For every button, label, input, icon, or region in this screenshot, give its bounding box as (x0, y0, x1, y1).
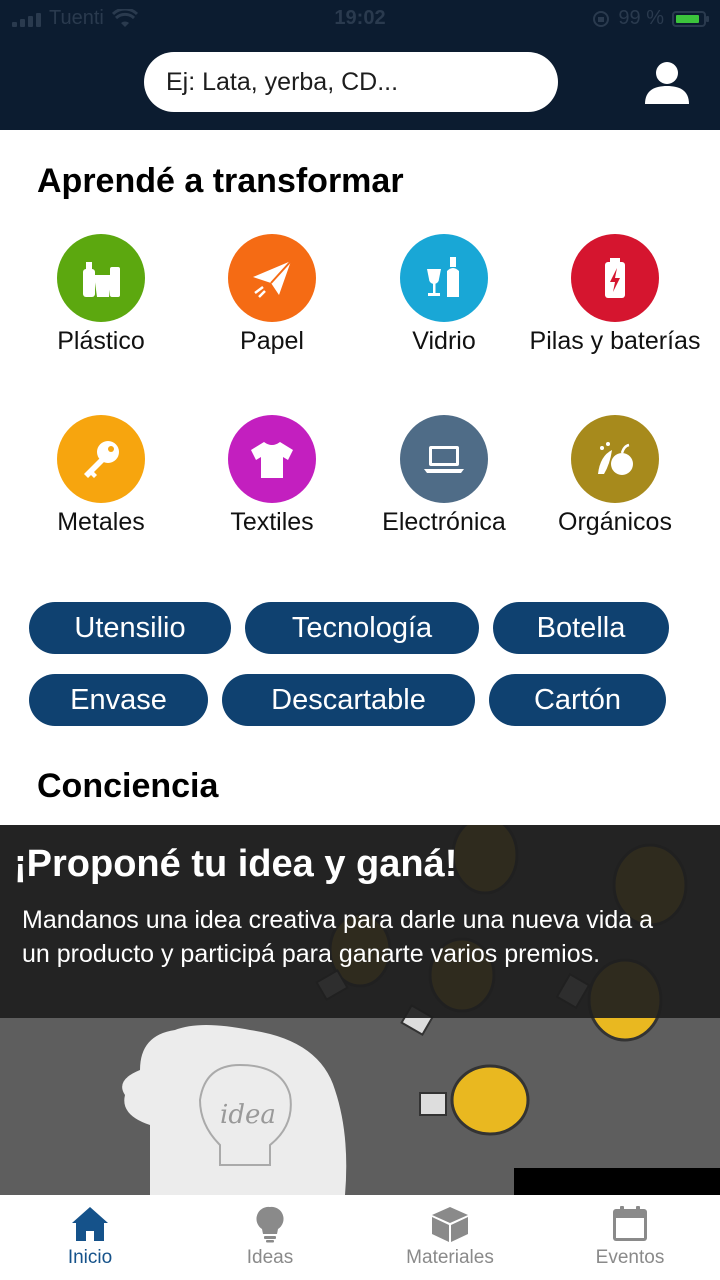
conciencia-section-title: Conciencia (37, 767, 219, 805)
key-icon (57, 415, 145, 503)
category-paper[interactable]: Papel (186, 234, 358, 358)
category-label: Pilas y baterías (529, 327, 701, 355)
battery-icon (571, 234, 659, 322)
orientation-lock-icon (593, 10, 610, 27)
user-profile-icon[interactable] (643, 60, 691, 106)
home-icon (72, 1207, 108, 1241)
nav-label: Inicio (67, 1247, 113, 1268)
fruit-icon (571, 415, 659, 503)
idea-contest-banner[interactable]: idea ¡Proponé tu idea y ganá! Mandanos u… (0, 825, 720, 1195)
category-label: Vidrio (412, 327, 476, 355)
nav-item-ideas[interactable]: Ideas (180, 1195, 360, 1280)
learn-section-title: Aprendé a transformar (37, 162, 404, 200)
nav-item-materiales[interactable]: Materiales (360, 1195, 540, 1280)
nav-label: Eventos (595, 1247, 665, 1268)
bottom-navigation: Inicio Ideas Materiales Eventos (0, 1195, 720, 1280)
nav-label: Ideas (246, 1247, 294, 1268)
idea-text: idea (220, 1100, 276, 1130)
category-label: Orgánicos (558, 508, 672, 536)
paper-plane-icon (228, 234, 316, 322)
category-plastic[interactable]: Plástico (15, 234, 187, 358)
tag-descartable[interactable]: Descartable (222, 674, 475, 726)
laptop-icon (400, 415, 488, 503)
battery-percent: 99 % (618, 7, 664, 29)
tag-botella[interactable]: Botella (493, 602, 669, 654)
category-label: Textiles (230, 508, 314, 536)
category-textiles[interactable]: Textiles (186, 415, 358, 539)
box-icon (432, 1207, 468, 1242)
tag-envase[interactable]: Envase (29, 674, 208, 726)
nav-label: Materiales (406, 1247, 494, 1268)
category-electronics[interactable]: Electrónica (358, 415, 530, 539)
category-metals[interactable]: Metales (15, 415, 187, 539)
category-label: Metales (57, 508, 145, 536)
glass-bottle-icon (400, 234, 488, 322)
calendar-icon (613, 1206, 647, 1241)
search-input[interactable] (144, 52, 558, 112)
banner-text: Mandanos una idea creativa para darle un… (22, 906, 653, 968)
nav-item-inicio[interactable]: Inicio (0, 1195, 180, 1280)
tag-carton[interactable]: Cartón (489, 674, 666, 726)
category-label: Electrónica (382, 508, 506, 536)
battery-status-icon (672, 10, 709, 27)
app-header: Tuenti 19:02 99 % (0, 0, 720, 130)
tag-utensilio[interactable]: Utensilio (29, 602, 231, 654)
category-glass[interactable]: Vidrio (358, 234, 530, 358)
plastic-bottle-icon (57, 234, 145, 322)
tag-tecnologia[interactable]: Tecnología (245, 602, 479, 654)
category-batteries[interactable]: Pilas y baterías (529, 234, 701, 358)
category-label: Papel (240, 327, 304, 355)
banner-title: ¡Proponé tu idea y ganá! (14, 843, 458, 885)
nav-item-eventos[interactable]: Eventos (540, 1195, 720, 1280)
category-label: Plástico (57, 327, 145, 355)
category-organics[interactable]: Orgánicos (529, 415, 701, 539)
lightbulb-icon (256, 1206, 284, 1243)
tshirt-icon (228, 415, 316, 503)
banner-black-strip (514, 1168, 720, 1195)
status-bar: Tuenti 19:02 99 % (0, 0, 720, 38)
